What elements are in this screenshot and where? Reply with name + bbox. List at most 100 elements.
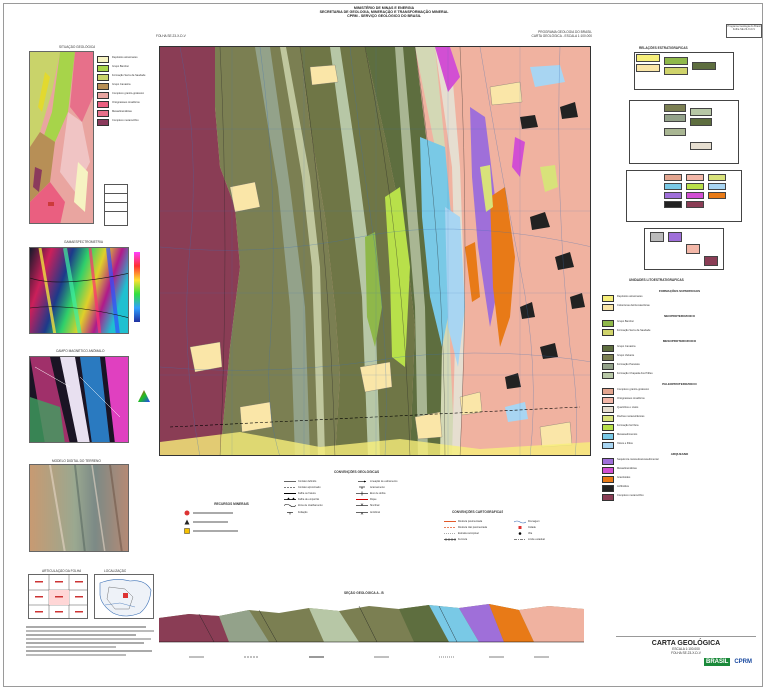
legend-text: Ortognaisses tonalíticos — [617, 397, 645, 400]
legend-row: Rochas metavulcânicas — [602, 415, 757, 422]
legend-row: Grupo Canastra — [602, 345, 757, 352]
symbol-label: Eixo de dobra — [370, 491, 386, 495]
legend-row: Grupo Vazante — [602, 354, 757, 361]
legend-group-heading: MESOPROTEROZOICO — [662, 339, 697, 343]
legend-row: Complexo metamórfico — [602, 494, 757, 501]
legend-row: Quartzitos e xistos — [602, 406, 757, 413]
symbol-label: Dique — [370, 498, 377, 502]
legend-row: Complexo granito-gnáissico — [602, 388, 757, 395]
magnetic-inset-graphic — [30, 357, 128, 442]
title-block: CARTA GEOLÓGICA ESCALA 1:100.000 FOLHA S… — [616, 636, 756, 685]
section-title: SEÇÃO GEOLÓGICA A - B — [344, 591, 384, 595]
geology-inset-map — [29, 51, 94, 224]
inset-legend-text: Grupo Canastra — [112, 83, 131, 86]
inset-swatch — [97, 110, 109, 117]
inset-swatch — [97, 101, 109, 108]
inset-legend-row: Grupo Bambuí — [97, 65, 157, 72]
legend-swatch — [602, 397, 614, 404]
legend-swatch — [602, 485, 614, 492]
relief-inset-map — [29, 464, 129, 552]
legend-text: Sequência metavulcanossedimentar — [617, 458, 659, 461]
thrust-fault-icon — [284, 497, 296, 501]
mineral-resources-box: RECURSOS MINERAIS — [184, 502, 279, 562]
legend-row: Xistos e filitos — [602, 442, 757, 449]
symbols-column-1: Contato definido Contato aproximado Falh… — [284, 478, 354, 515]
symbol-label: Rodovia pavimentada — [458, 519, 483, 523]
legend-text: Grupo Vazante — [617, 354, 635, 357]
legend-swatch — [602, 458, 614, 465]
map-title: CARTA GEOLÓGICA — [651, 640, 721, 647]
symbol-label: Zona de cisalhamento — [298, 504, 323, 508]
geology-inset-legend: Depósitos aluvionares Grupo Bambuí Forma… — [97, 56, 157, 128]
cross-section-graphic — [159, 600, 584, 650]
symbols-title-2: CONVENÇÕES CARTOGRÁFICAS — [452, 510, 504, 514]
section-legend-strip — [159, 654, 584, 660]
legend-row: Coberturas detrito-lateríticas — [602, 304, 757, 311]
syncline-icon — [356, 503, 368, 507]
inset-swatch — [97, 92, 109, 99]
map-sheet-id: FOLHA SE.23-X-D-V — [671, 651, 701, 655]
geologic-cross-section — [159, 600, 584, 650]
symbol-label: Foliação — [298, 510, 308, 514]
legend-swatch — [602, 494, 614, 501]
main-geologic-map[interactable] — [159, 46, 591, 456]
header-right: PROGRAMA GEOLOGIA DO BRASIL CARTA GEOLÓG… — [512, 30, 592, 38]
symbol-label: Limite estadual — [528, 538, 545, 542]
legend-row: Formação Chapada dos Pilões — [602, 372, 757, 379]
legend-swatch — [602, 442, 614, 449]
legend-group-heading: ARQUEANO — [670, 452, 689, 456]
legend-row: Ortognaisses tonalíticos — [602, 397, 757, 404]
symbol-label: Estrada carroçável — [458, 531, 479, 535]
legend-swatch — [602, 295, 614, 302]
magnetic-inset-title: CAMPO MAGNÉTICO ANÔMALO — [56, 349, 105, 353]
symbol-label: Acamamento — [370, 485, 385, 489]
symbol-label: Lineação de estiramento — [370, 479, 398, 483]
village-icon — [518, 532, 522, 535]
legend-text: Depósitos aluvionares — [617, 295, 643, 298]
legend-swatch — [602, 476, 614, 483]
inset-legend-text: Complexo metamórfico — [112, 119, 139, 122]
legend-text: Rochas metavulcânicas — [617, 415, 645, 418]
legend-swatch — [602, 467, 614, 474]
legend-text: Formação Chapada dos Pilões — [617, 372, 653, 375]
sheet-index-graphic — [29, 575, 87, 618]
inset-legend-text: Grupo Bambuí — [112, 65, 129, 68]
legend-swatch — [602, 372, 614, 379]
mineral-occurrence-icon — [184, 510, 190, 516]
inset-legend-text: Complexo granito-gnáissico — [112, 92, 145, 95]
right-caption-2: CARTA GEOLÓGICA - ESCALA 1:100.000 — [531, 34, 592, 38]
magnetic-inset-map — [29, 356, 129, 443]
left-caption: FOLHA SE.23-X-D-V — [156, 34, 186, 38]
cartographic-symbols-2: Drenagem Cidade Vila Limite estadual — [514, 518, 574, 543]
legend-row: Depósitos aluvionares — [602, 295, 757, 302]
symbol-label: Ferrovia — [458, 538, 468, 542]
symbol-label: Cidade — [528, 525, 536, 529]
city-icon — [518, 525, 522, 529]
gamma-inset-title: GAMAESPECTROMETRIA — [64, 240, 103, 244]
legend-swatch — [602, 388, 614, 395]
legend-text: Complexo granito-gnáissico — [617, 388, 650, 391]
symbols-column-2: Lineação de estiramento Acamamento Eixo … — [356, 478, 436, 515]
location-inset-graphic — [95, 575, 153, 618]
inset-legend-text: Formação Serra da Saudade — [112, 74, 146, 77]
map-sheet: MINISTÉRIO DE MINAS E ENERGIA SECRETARIA… — [3, 3, 763, 687]
stamp-line-2: Folha SE.23-X-D-V — [732, 28, 756, 32]
legend-row: Grupo Bambuí — [602, 320, 757, 327]
inset-legend-row: Metaultramáficas — [97, 110, 157, 117]
symbol-label: Drenagem — [528, 519, 540, 523]
mine-icon — [184, 528, 190, 534]
legend-swatch — [602, 406, 614, 413]
legend-swatch — [602, 320, 614, 327]
quarry-icon — [184, 519, 190, 525]
legend-text: Xistos e filitos — [617, 442, 633, 445]
legend-text: Grupo Bambuí — [617, 320, 634, 323]
stratigraphy-chart — [624, 52, 744, 274]
legend-row: Anfibolitos — [602, 485, 757, 492]
legend-row: Metaultramáficas — [602, 467, 757, 474]
approx-contact-icon — [284, 486, 296, 488]
main-map-graphic — [160, 47, 590, 455]
cprm-logo: CPRM — [734, 659, 752, 665]
legend-swatch — [602, 345, 614, 352]
gamma-inset-graphic — [30, 248, 128, 333]
legend-swatch — [602, 424, 614, 431]
